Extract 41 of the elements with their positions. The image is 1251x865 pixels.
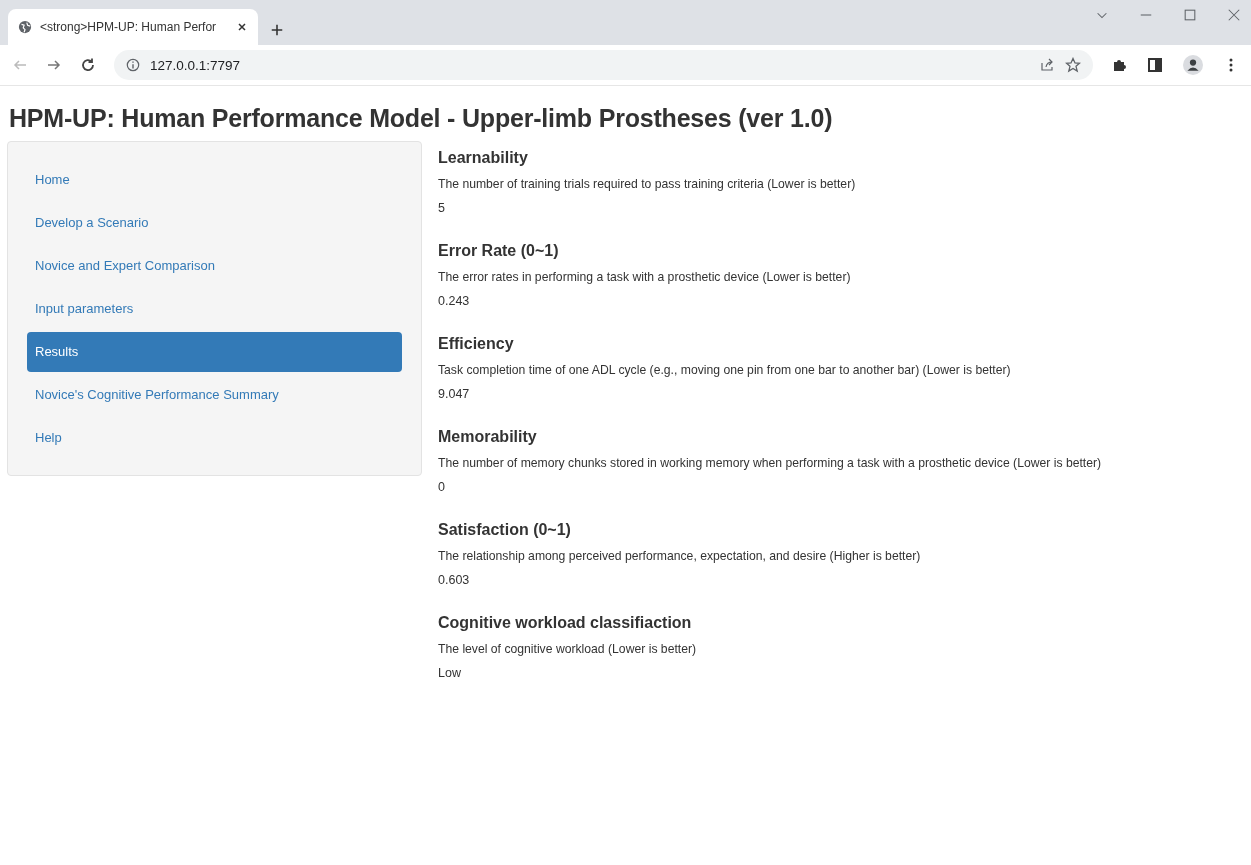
section-heading: Efficiency bbox=[438, 335, 515, 353]
section-heading: Learnability bbox=[438, 149, 529, 167]
plus-icon[interactable] bbox=[270, 23, 284, 37]
section-heading: Error Rate (0~1) bbox=[438, 242, 560, 260]
section-description: The number of memory chunks stored in working memory when performing a task with a prosthetic device (Lower is better) bbox=[438, 456, 1103, 470]
sidebar-item[interactable]: Home bbox=[27, 160, 402, 200]
result-value: 5 bbox=[438, 201, 446, 215]
close-icon[interactable] bbox=[236, 21, 248, 33]
section-heading: Memorability bbox=[438, 428, 538, 446]
result-value: 0 bbox=[438, 480, 446, 494]
share-icon[interactable] bbox=[1039, 57, 1055, 73]
section-description: The level of cognitive workload (Lower is better) bbox=[438, 642, 698, 656]
tab-title: <strong>HPM-UP: Human Perfor bbox=[40, 20, 218, 34]
result-value: 0.603 bbox=[438, 573, 471, 587]
result-value: 0.243 bbox=[438, 294, 471, 308]
address-bar[interactable]: 127.0.0.1:7797 bbox=[114, 50, 1093, 80]
section-description: Task completion time of one ADL cycle (e.g., moving one pin from one bar to another bar) (Lower is better) bbox=[438, 363, 1012, 377]
side-panel-icon[interactable] bbox=[1147, 57, 1163, 73]
section-description: The relationship among perceived performance, expectation, and desire (Higher is better) bbox=[438, 549, 922, 563]
sidebar-item[interactable]: Help bbox=[27, 418, 402, 458]
sidebar-item[interactable]: Results bbox=[27, 332, 402, 372]
url-text: 127.0.0.1:7797 bbox=[150, 57, 242, 73]
sidebar-item[interactable]: Novice's Cognitive Performance Summary bbox=[27, 375, 402, 415]
reload-icon[interactable] bbox=[80, 57, 96, 73]
profile-icon[interactable] bbox=[1183, 55, 1203, 75]
section-description: The error rates in performing a task with a prosthetic device (Lower is better) bbox=[438, 270, 852, 284]
section-heading: Satisfaction (0~1) bbox=[438, 521, 572, 539]
section-heading: Cognitive workload classifiaction bbox=[438, 614, 693, 632]
sidebar-item[interactable]: Input parameters bbox=[27, 289, 402, 329]
globe-icon bbox=[18, 20, 32, 34]
section-description: The number of training trials required to pass training criteria (Lower is better) bbox=[438, 177, 857, 191]
page-title: HPM-UP: Human Performance Model - Upper-limb Prostheses (ver 1.0) bbox=[9, 104, 834, 133]
result-value: 9.047 bbox=[438, 387, 471, 401]
star-icon[interactable] bbox=[1065, 57, 1081, 73]
result-value: Low bbox=[438, 666, 462, 680]
sidebar-item[interactable]: Develop a Scenario bbox=[27, 203, 402, 243]
browser-tab[interactable]: <strong>HPM-UP: Human Perfor bbox=[8, 9, 258, 45]
info-icon[interactable] bbox=[126, 58, 140, 72]
maximize-icon[interactable] bbox=[1183, 8, 1197, 22]
sidebar-item[interactable]: Novice and Expert Comparison bbox=[27, 246, 402, 286]
puzzle-icon[interactable] bbox=[1111, 57, 1127, 73]
